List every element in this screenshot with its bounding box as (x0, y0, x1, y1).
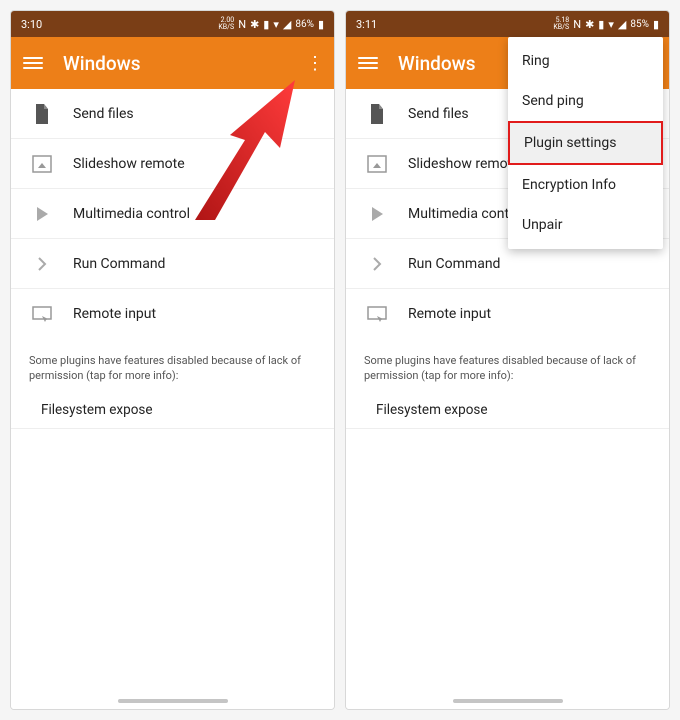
status-icons: 2.00KB/S N ✱ ▮ ▾ ◢ 86% ▮ (218, 17, 324, 31)
slideshow-icon (29, 153, 55, 175)
bluetooth-icon: ✱ (585, 19, 594, 30)
remote-input-icon (364, 303, 390, 325)
disabled-plugin[interactable]: Filesystem expose (346, 392, 669, 429)
file-icon (29, 103, 55, 125)
chevron-right-icon (29, 253, 55, 275)
vibrate-icon: ▮ (263, 19, 269, 30)
row-label: Run Command (73, 256, 165, 272)
wifi-icon: ▾ (608, 19, 614, 30)
menu-send-ping[interactable]: Send ping (508, 81, 663, 121)
slideshow-icon (364, 153, 390, 175)
row-label: Remote input (73, 306, 156, 322)
battery-icon: ▮ (653, 19, 659, 30)
play-icon (29, 203, 55, 225)
menu-ring[interactable]: Ring (508, 41, 663, 81)
row-slideshow[interactable]: Slideshow remote (11, 139, 334, 189)
row-remote-input[interactable]: Remote input (346, 289, 669, 339)
play-icon (364, 203, 390, 225)
row-label: Run Command (408, 256, 500, 272)
battery-text: 85% (630, 19, 649, 30)
battery-icon: ▮ (318, 19, 324, 30)
remote-input-icon (29, 303, 55, 325)
menu-plugin-settings[interactable]: Plugin settings (508, 121, 663, 165)
row-run-command[interactable]: Run Command (11, 239, 334, 289)
row-label: Slideshow remote (73, 156, 185, 172)
status-bar: 3:10 2.00KB/S N ✱ ▮ ▾ ◢ 86% ▮ (11, 11, 334, 37)
menu-encryption-info[interactable]: Encryption Info (508, 165, 663, 205)
row-multimedia[interactable]: Multimedia control (11, 189, 334, 239)
nfc-icon: N (238, 19, 246, 30)
permission-info[interactable]: Some plugins have features disabled beca… (346, 339, 669, 392)
status-time: 3:10 (21, 18, 42, 31)
file-icon (364, 103, 390, 125)
row-label: Multimedia control (73, 206, 190, 222)
phone-left: 3:10 2.00KB/S N ✱ ▮ ▾ ◢ 86% ▮ Windows ⋮ … (10, 10, 335, 710)
status-bar: 3:11 5.18KB/S N ✱ ▮ ▾ ◢ 85% ▮ (346, 11, 669, 37)
row-label: Send files (408, 106, 469, 122)
overflow-menu: Ring Send ping Plugin settings Encryptio… (508, 37, 663, 249)
page-title: Windows (63, 52, 306, 75)
battery-text: 86% (295, 19, 314, 30)
row-label: Remote input (408, 306, 491, 322)
phone-right: 3:11 5.18KB/S N ✱ ▮ ▾ ◢ 85% ▮ Windows ⋮ … (345, 10, 670, 710)
status-icons: 5.18KB/S N ✱ ▮ ▾ ◢ 85% ▮ (553, 17, 659, 31)
plugin-list: Send files Slideshow remote Multimedia c… (11, 89, 334, 709)
wifi-icon: ▾ (273, 19, 279, 30)
menu-icon[interactable] (23, 54, 43, 72)
permission-info[interactable]: Some plugins have features disabled beca… (11, 339, 334, 392)
menu-icon[interactable] (358, 54, 378, 72)
chevron-right-icon (364, 253, 390, 275)
signal-icon: ◢ (283, 19, 291, 30)
disabled-plugin[interactable]: Filesystem expose (11, 392, 334, 429)
home-indicator[interactable] (118, 699, 228, 703)
row-remote-input[interactable]: Remote input (11, 289, 334, 339)
status-time: 3:11 (356, 18, 377, 31)
nfc-icon: N (573, 19, 581, 30)
app-bar: Windows ⋮ (11, 37, 334, 89)
more-icon[interactable]: ⋮ (306, 53, 322, 74)
bluetooth-icon: ✱ (250, 19, 259, 30)
row-send-files[interactable]: Send files (11, 89, 334, 139)
signal-icon: ◢ (618, 19, 626, 30)
row-label: Send files (73, 106, 134, 122)
vibrate-icon: ▮ (598, 19, 604, 30)
home-indicator[interactable] (453, 699, 563, 703)
row-label: Slideshow remote (408, 156, 520, 172)
menu-unpair[interactable]: Unpair (508, 205, 663, 245)
